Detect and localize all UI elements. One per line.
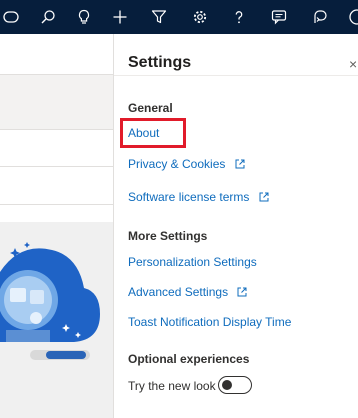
help-icon[interactable] [222, 0, 256, 34]
section-heading-more-settings: More Settings [128, 229, 208, 243]
external-link-icon [259, 191, 269, 205]
divider [0, 204, 113, 205]
close-icon[interactable]: × [349, 56, 357, 72]
section-heading-general: General [128, 101, 173, 115]
background-page [0, 34, 113, 418]
search-icon[interactable] [31, 0, 65, 34]
about-highlight-box [120, 118, 186, 148]
advanced-settings-link[interactable]: Advanced Settings [128, 285, 247, 300]
pill-icon[interactable] [0, 0, 28, 34]
privacy-cookies-label: Privacy & Cookies [128, 157, 226, 171]
gear-icon[interactable] [183, 0, 217, 34]
avatar-icon[interactable] [336, 0, 358, 34]
top-bar [0, 0, 358, 34]
toast-notification-link[interactable]: Toast Notification Display Time [128, 315, 291, 329]
divider [0, 166, 113, 167]
chat-icon[interactable] [262, 0, 296, 34]
feedback-icon[interactable] [303, 0, 337, 34]
software-license-link[interactable]: Software license terms [128, 190, 269, 205]
privacy-cookies-link[interactable]: Privacy & Cookies [128, 157, 245, 172]
lightbulb-icon[interactable] [67, 0, 101, 34]
try-new-look-label: Try the new look [128, 379, 216, 393]
section-heading-optional: Optional experiences [128, 352, 250, 366]
welcome-illustration [0, 242, 100, 360]
external-link-icon [237, 286, 247, 300]
filter-icon[interactable] [142, 0, 176, 34]
software-license-label: Software license terms [128, 190, 250, 204]
panel-header: Settings × [114, 34, 358, 76]
settings-panel: Settings × General About Privacy & Cooki… [113, 34, 358, 418]
toggle-knob [222, 379, 232, 390]
advanced-settings-label: Advanced Settings [128, 285, 229, 299]
personalization-settings-link[interactable]: Personalization Settings [128, 255, 257, 269]
panel-title: Settings [128, 54, 192, 71]
plus-icon[interactable] [103, 0, 137, 34]
background-band [0, 74, 113, 130]
try-new-look-toggle[interactable] [218, 376, 252, 394]
external-link-icon [235, 158, 245, 172]
